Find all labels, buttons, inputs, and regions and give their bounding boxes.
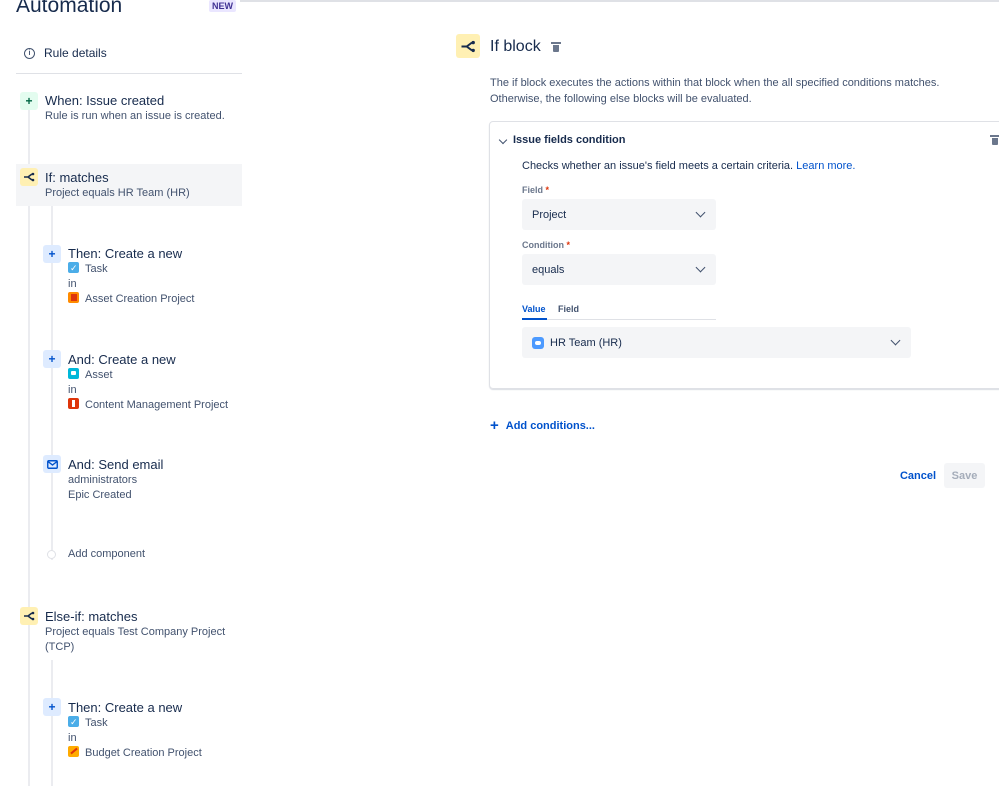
tabs-underline <box>522 319 716 320</box>
then-node[interactable]: Then: Create a new Task in Budget Creati… <box>68 700 202 761</box>
chevron-down-icon <box>695 207 706 218</box>
node-title: Else-if: matches <box>45 609 138 624</box>
chevron-down-icon <box>695 262 706 273</box>
project-label: Content Management Project <box>85 399 229 411</box>
node-subtitle: Rule is run when an issue is created. <box>45 110 225 122</box>
page-title: Automation <box>16 0 123 17</box>
add-component-button[interactable]: Add component <box>68 548 145 560</box>
branch-icon <box>20 607 38 625</box>
condition-label-text: Condition <box>522 240 564 250</box>
send-email-node[interactable]: And: Send email administrators Epic Crea… <box>68 457 163 503</box>
field-label-text: Field <box>522 185 544 195</box>
active-tab-indicator <box>522 318 547 320</box>
value-select-value: HR Team (HR) <box>550 336 622 349</box>
node-title: Then: Create a new <box>68 246 183 261</box>
node-title: If: matches <box>45 170 109 185</box>
and-create-node[interactable]: And: Create a new Asset in Content Manag… <box>68 352 228 413</box>
issue-type: Task <box>68 261 194 277</box>
field-label: Field * <box>522 185 549 195</box>
rule-details-label: Rule details <box>44 46 107 60</box>
value-select[interactable]: HR Team (HR) <box>522 327 911 358</box>
plus-icon: + <box>490 417 499 434</box>
flow-line <box>28 110 30 786</box>
learn-more-link[interactable]: Learn more. <box>796 160 855 172</box>
project: Budget Creation Project <box>68 746 202 761</box>
field-select-value: Project <box>532 208 567 221</box>
email-to: administrators <box>68 474 138 486</box>
then-node[interactable]: Then: Create a new Task in Asset Creatio… <box>68 246 194 307</box>
if-block-icon <box>456 34 480 58</box>
condition-title: Issue fields condition <box>513 134 626 146</box>
project-icon <box>68 398 79 409</box>
node-title: Then: Create a new <box>68 700 183 715</box>
required-mark: * <box>545 185 550 195</box>
in-label: in <box>68 278 77 290</box>
plus-icon: + <box>43 698 61 716</box>
node-title: And: Create a new <box>68 352 176 367</box>
issue-type-label: Task <box>85 717 108 729</box>
email-subject: Epic Created <box>68 489 132 501</box>
add-conditions-button[interactable]: + Add conditions... <box>490 417 595 434</box>
project: Asset Creation Project <box>68 292 194 307</box>
project: Content Management Project <box>68 398 228 413</box>
trash-icon[interactable] <box>551 42 561 52</box>
panel-title: If block <box>490 38 541 55</box>
node-subtitle: Project equals HR Team (HR) <box>45 187 190 199</box>
project-icon <box>68 292 79 303</box>
chevron-down-icon <box>890 335 901 346</box>
node-title: And: Send email <box>68 457 164 472</box>
condition-label: Condition * <box>522 240 570 250</box>
plus-icon: + <box>20 92 38 110</box>
condition-header[interactable]: Issue fields condition <box>498 134 626 146</box>
top-border <box>240 0 999 2</box>
add-conditions-label: Add conditions... <box>505 419 595 432</box>
node-title: When: Issue created <box>45 93 165 108</box>
task-icon <box>68 261 79 276</box>
issue-type-label: Asset <box>85 369 113 381</box>
cancel-button[interactable]: Cancel <box>895 463 941 488</box>
condition-description: Checks whether an issue's field meets a … <box>522 160 855 172</box>
plus-icon: + <box>43 350 61 368</box>
node-subtitle: Project equals Test Company Project (TCP… <box>45 626 226 653</box>
new-badge: NEW <box>209 0 236 12</box>
trash-icon[interactable] <box>990 135 999 145</box>
project-label: Budget Creation Project <box>85 747 202 759</box>
field-select[interactable]: Project <box>522 199 716 230</box>
divider <box>16 73 242 74</box>
project-icon <box>68 746 79 757</box>
branch-line <box>51 660 53 786</box>
rule-details-link[interactable]: i Rule details <box>24 46 107 60</box>
branch-icon <box>20 168 38 186</box>
project-avatar-icon <box>532 336 544 349</box>
else-if-node[interactable]: Else-if: matches Project equals Test Com… <box>45 609 235 655</box>
plus-icon: + <box>43 245 61 263</box>
save-button[interactable]: Save <box>944 463 985 488</box>
add-component-dot <box>47 550 56 559</box>
condition-select-value: equals <box>532 263 565 276</box>
chevron-down-icon <box>498 135 508 145</box>
trigger-node[interactable]: When: Issue created Rule is run when an … <box>45 93 225 124</box>
if-node[interactable]: If: matches Project equals HR Team (HR) <box>45 170 190 201</box>
condition-select[interactable]: equals <box>522 254 716 285</box>
info-icon: i <box>24 47 35 59</box>
issue-type: Task <box>68 715 202 731</box>
tab-field[interactable]: Field <box>558 304 579 314</box>
task-icon <box>68 715 79 730</box>
required-mark: * <box>566 240 571 250</box>
condition-description-text: Checks whether an issue's field meets a … <box>522 160 794 172</box>
panel-description: The if block executes the actions within… <box>490 77 940 105</box>
issue-type-label: Task <box>85 263 108 275</box>
issue-type: Asset <box>68 368 228 383</box>
in-label: in <box>68 384 77 396</box>
tab-value[interactable]: Value <box>522 304 546 314</box>
mail-icon <box>43 455 61 473</box>
in-label: in <box>68 732 77 744</box>
project-label: Asset Creation Project <box>85 293 195 305</box>
asset-icon <box>68 368 79 379</box>
